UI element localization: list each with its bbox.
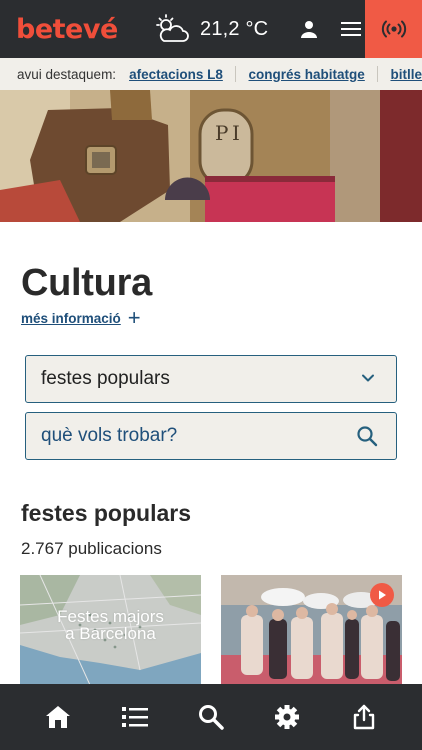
- highlight-link-congres[interactable]: congrés habitatge: [249, 67, 365, 82]
- app-root: betevé 21,2 °C avui destaquem: afectacio…: [0, 0, 422, 750]
- plus-icon: +: [127, 305, 141, 330]
- user-icon[interactable]: [298, 18, 320, 40]
- search-field[interactable]: què vols trobar?: [25, 412, 397, 460]
- bottom-navigation: [0, 684, 422, 750]
- article-card-video[interactable]: [221, 575, 402, 685]
- hero-image: P I: [0, 90, 422, 222]
- search-icon[interactable]: [356, 425, 378, 447]
- weather-widget[interactable]: 21,2 °C: [152, 13, 268, 45]
- brand-logo[interactable]: betevé: [16, 14, 134, 45]
- list-icon[interactable]: [117, 699, 153, 735]
- category-select[interactable]: festes populars: [25, 355, 397, 403]
- section-title: festes populars: [21, 500, 191, 526]
- play-icon[interactable]: [370, 583, 394, 607]
- settings-icon[interactable]: [269, 699, 305, 735]
- page-title: Cultura: [21, 262, 152, 304]
- broadcast-icon: [381, 20, 406, 38]
- live-broadcast-button[interactable]: [365, 0, 422, 58]
- svg-text:P: P: [215, 121, 228, 145]
- top-bar: betevé 21,2 °C: [0, 0, 422, 58]
- svg-text:I: I: [232, 121, 240, 145]
- category-select-value: festes populars: [41, 368, 170, 389]
- search-placeholder: què vols trobar?: [41, 425, 178, 446]
- chevron-down-icon: [362, 374, 374, 382]
- highlights-bar: avui destaquem: afectacions L8 congrés h…: [0, 58, 422, 90]
- more-info-label: més informació: [21, 310, 121, 326]
- highlight-link-bitlle[interactable]: bitlle: [390, 67, 422, 82]
- search-icon[interactable]: [193, 699, 229, 735]
- hamburger-menu-icon[interactable]: [340, 18, 362, 40]
- publication-count: 2.767 publicacions: [21, 539, 162, 558]
- temperature-readout: 21,2 °C: [200, 17, 269, 40]
- highlight-link-afectacions[interactable]: afectacions L8: [129, 67, 223, 82]
- more-info-link[interactable]: més informació +: [21, 305, 141, 330]
- divider: [234, 66, 236, 82]
- share-icon[interactable]: [346, 699, 382, 735]
- card-overlay-text: Festes majors a Barcelona: [57, 607, 164, 643]
- divider: [376, 66, 378, 82]
- partly-cloudy-icon: [156, 14, 189, 42]
- home-icon[interactable]: [40, 699, 76, 735]
- highlights-label: avui destaquem:: [17, 66, 117, 82]
- article-card-map[interactable]: Festes majors a Barcelona: [20, 575, 201, 685]
